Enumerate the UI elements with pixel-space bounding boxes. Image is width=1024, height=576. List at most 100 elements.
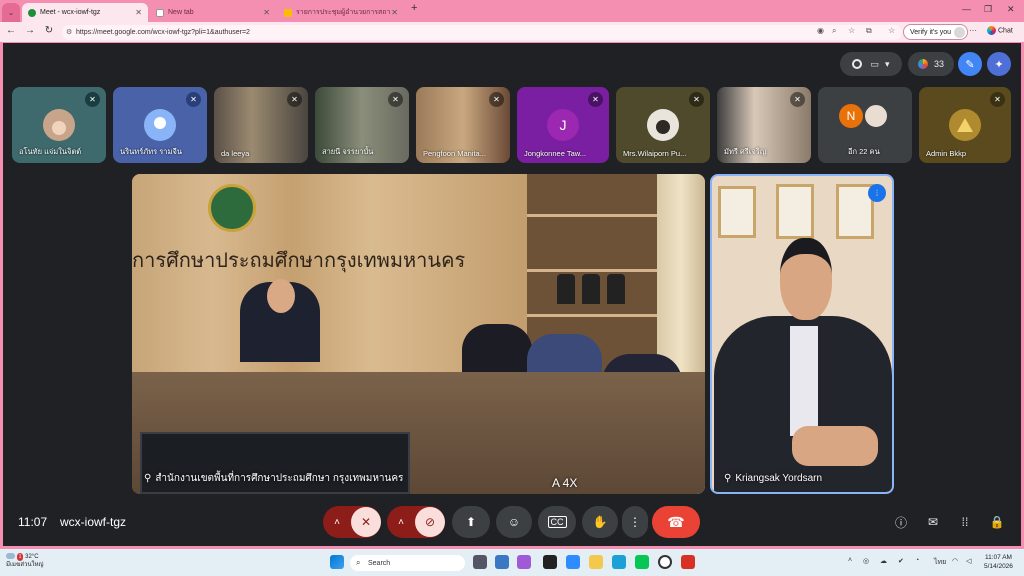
verify-profile-button[interactable]: Verify it's you [903, 24, 969, 40]
participant-tile[interactable]: ✕ Admin Bkkp [919, 87, 1011, 163]
close-window-icon[interactable]: ✕ [1007, 4, 1015, 15]
app-icon[interactable] [543, 555, 557, 569]
more-participants-tile[interactable]: N อีก 22 คน [818, 87, 912, 163]
forward-arrow-icon[interactable]: → [23, 25, 37, 36]
tray-app-icon[interactable]: ◔ [915, 557, 919, 564]
default-avatar-icon [144, 109, 176, 141]
back-arrow-icon[interactable]: ← [4, 25, 18, 36]
more-options-button[interactable]: ⋮ [622, 506, 648, 538]
gemini-sparkle-icon[interactable]: ✦ [987, 52, 1011, 76]
participant-tile[interactable]: ✕ Mrs.Wilaiporn Pu... [616, 87, 710, 163]
zoom-app-icon[interactable] [566, 555, 580, 569]
mic-options-chevron-icon[interactable]: ˄ [323, 517, 351, 528]
participant-tile[interactable]: ✕ นรินทร์ภัทร รามจีน [113, 87, 207, 163]
meeting-time: 11:07 [18, 515, 48, 529]
taskbar-search[interactable]: ⌕ Search [350, 555, 465, 571]
new-tab-plus-icon[interactable]: + [411, 2, 417, 14]
participant-initial-avatar: N [839, 104, 863, 128]
bookmark-star-icon[interactable]: ☆ [848, 26, 855, 35]
more-participants-label: อีก 22 คน [848, 147, 880, 156]
participant-name: Pengfoon Manita... [423, 149, 486, 158]
mic-off-icon: ✕ [588, 92, 603, 107]
camera-control-group: ˄ ⊘ [387, 506, 445, 538]
task-view-icon[interactable] [473, 555, 487, 569]
copilot-app-icon[interactable] [517, 555, 531, 569]
file-explorer-icon[interactable] [589, 555, 603, 569]
tab-title: รายการประชุมผู้อำนวยการสถานศึกษา [296, 9, 391, 16]
pdf-reader-icon[interactable] [681, 555, 695, 569]
tray-app-icon[interactable]: ✔ [898, 557, 904, 565]
camera-off-icon[interactable]: ⊘ [415, 507, 445, 537]
input-language[interactable]: ไทย [934, 557, 946, 568]
chat-icon[interactable]: ✉ [924, 513, 942, 531]
obs-app-icon[interactable] [658, 555, 672, 569]
pen-edit-icon[interactable]: ✎ [958, 52, 982, 76]
windows-start-icon[interactable] [330, 555, 344, 569]
tab-new-tab[interactable]: New tab ✕ [150, 3, 276, 22]
weather-cloud-icon [6, 553, 15, 560]
leave-call-button[interactable]: ☎ [652, 506, 700, 538]
tray-app-icon[interactable]: ◎ [863, 557, 869, 565]
more-menu-icon[interactable]: ⋯ [969, 26, 977, 35]
wifi-icon[interactable]: ◠ [952, 557, 958, 565]
active-speaker-tile[interactable]: ⦙ ⚲ Kriangsak Yordsarn [710, 174, 894, 494]
chat-label: Chat [998, 27, 1013, 35]
tab-meet[interactable]: Meet - wcx-iowf-tgz ✕ [22, 3, 148, 22]
address-bar[interactable]: ⚙ https://meet.google.com/wcx-iowf-tgz?p… [62, 25, 902, 40]
tray-app-icon[interactable]: ☁ [880, 557, 887, 565]
participant-tile[interactable]: ✕ da leeya [214, 87, 308, 163]
show-hidden-icons-icon[interactable]: ˄ [848, 557, 852, 564]
recording-effects-pill[interactable]: ▭ ▾ [840, 52, 902, 76]
present-screen-button[interactable]: ⬆ [452, 506, 490, 538]
participants-button[interactable]: 33 [908, 52, 954, 76]
captions-button[interactable]: CC [538, 506, 576, 538]
host-controls-icon[interactable]: 🔒 [988, 513, 1006, 531]
emoji-reaction-button[interactable]: ☺ [496, 506, 532, 538]
tab-menu-button[interactable]: ⌄ [2, 3, 20, 22]
taskbar-clock[interactable]: 11:07 AM 5/14/2026 [984, 553, 1013, 571]
edge-browser-icon[interactable] [612, 555, 626, 569]
activities-icon[interactable]: ⁞⁞ [956, 513, 974, 531]
participant-tile[interactable]: ✕ สายนี จรรยาบั้น [315, 87, 409, 163]
favorites-icon[interactable]: ☆ [888, 26, 895, 35]
new-tab-favicon-icon [156, 8, 164, 17]
volume-icon[interactable]: ◁ [966, 557, 971, 565]
temperature: 32°C [25, 554, 39, 560]
widgets-icon[interactable] [495, 555, 509, 569]
mic-control-group: ˄ ✕ [323, 506, 381, 538]
tab-meeting-list[interactable]: รายการประชุมผู้อำนวยการสถานศึกษา ✕ [278, 3, 404, 22]
site-info-icon[interactable]: ⚙ [66, 28, 72, 36]
tab-title: New tab [168, 9, 194, 16]
copilot-chat-button[interactable]: Chat [987, 26, 1013, 35]
participant-initial-avatar: J [547, 109, 579, 141]
main-video-tile[interactable]: การศึกษาประถมศึกษากรุงเทพมหานคร ⚲ สำนักงา… [132, 174, 705, 494]
close-icon[interactable]: ✕ [135, 8, 142, 17]
participant-tile[interactable]: J ✕ Jongkonnee Taw... [517, 87, 609, 163]
camera-icon[interactable]: ◉ [817, 26, 824, 35]
mic-off-icon[interactable]: ✕ [351, 507, 381, 537]
participant-name: Admin Bkkp [926, 149, 967, 158]
mic-off-icon: ✕ [689, 92, 704, 107]
raise-hand-button[interactable]: ✋ [582, 506, 618, 538]
camera-off-icon: ▭ [870, 58, 879, 69]
camera-options-chevron-icon[interactable]: ˄ [387, 517, 415, 528]
close-icon[interactable]: ✕ [391, 8, 398, 17]
extensions-icon[interactable]: ⧉ [866, 26, 872, 36]
participant-name: Mrs.Wilaiporn Pu... [623, 149, 687, 158]
participant-name: Jongkonnee Taw... [524, 149, 586, 158]
more-vert-icon: ⋮ [629, 515, 641, 529]
weather-widget[interactable]: 1 32°C มีเมฆส่วนใหญ่ [6, 553, 44, 569]
wall-portrait [718, 186, 756, 238]
zoom-icon[interactable]: ⌕ [832, 26, 836, 36]
participant-tile[interactable]: ✕ Pengfoon Manita... [416, 87, 510, 163]
restore-icon[interactable]: ❐ [984, 4, 992, 15]
meeting-info-icon[interactable]: ⓘ [892, 513, 910, 531]
minimize-icon[interactable]: — [962, 4, 971, 14]
line-app-icon[interactable] [635, 555, 649, 569]
participant-photo [647, 109, 679, 141]
participant-tile[interactable]: ✕ มัทรี ศรีเจริญ [717, 87, 811, 163]
reload-icon[interactable]: ↻ [42, 25, 56, 36]
close-icon[interactable]: ✕ [263, 8, 270, 17]
mic-off-icon: ✕ [186, 92, 201, 107]
participant-tile[interactable]: ✕ อโนทัย แจ่มในจิตต์ [12, 87, 106, 163]
